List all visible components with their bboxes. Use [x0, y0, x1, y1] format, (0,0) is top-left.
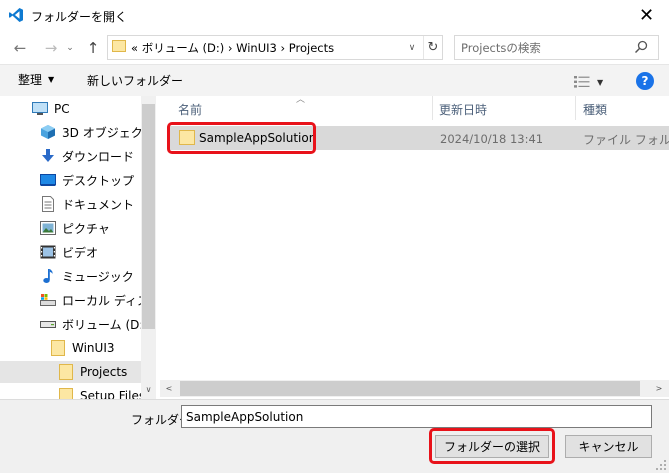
help-button[interactable]: ?: [636, 72, 654, 90]
highlight-annotation: [429, 428, 555, 464]
organize-label: 整理: [18, 73, 43, 87]
chevron-right-icon: >: [655, 384, 663, 393]
sidebar-item-local-disk[interactable]: ローカル ディスク (: [40, 289, 155, 311]
download-icon: [40, 148, 56, 164]
sidebar-item-label: PC: [54, 102, 70, 116]
video-icon: [40, 244, 56, 260]
local-disk-icon: [40, 292, 56, 308]
search-input[interactable]: [461, 40, 621, 56]
forward-button[interactable]: →: [41, 38, 61, 58]
sidebar-item-label: ミュージック: [62, 269, 134, 284]
sidebar-item-label: ボリューム (D:): [62, 317, 149, 332]
sidebar-item-label: ドキュメント: [62, 197, 135, 212]
refresh-icon: ↻: [427, 40, 439, 55]
sidebar-item-music[interactable]: ミュージック: [40, 265, 134, 287]
document-icon: [40, 196, 56, 212]
sidebar-item-downloads[interactable]: ダウンロード: [40, 145, 134, 167]
folder-icon: [50, 340, 66, 356]
sidebar-item-pc[interactable]: PC: [32, 98, 70, 120]
folder-icon: [58, 388, 74, 399]
cancel-button[interactable]: キャンセル: [565, 435, 652, 458]
sidebar-item-label: デスクトップ: [62, 173, 135, 188]
address-path[interactable]: « ボリューム (D:) › WinUI3 › Projects: [131, 40, 334, 56]
sidebar-item-documents[interactable]: ドキュメント: [40, 193, 134, 215]
recent-locations-button[interactable]: ⌄: [63, 38, 77, 58]
sidebar-scroll-down-button[interactable]: ∨: [141, 381, 156, 397]
close-icon: ✕: [638, 5, 655, 26]
chevron-down-icon: ∨: [145, 384, 152, 394]
sidebar-item-setup-files[interactable]: Setup Files: [58, 385, 145, 399]
address-dropdown-button[interactable]: ∨: [404, 36, 420, 59]
arrow-right-icon: →: [44, 39, 58, 57]
sort-ascending-icon: ︿: [296, 95, 306, 105]
arrow-left-icon: ←: [13, 39, 27, 57]
vscode-app-icon: [9, 8, 23, 22]
close-button[interactable]: ✕: [624, 0, 669, 31]
3d-objects-icon: [40, 124, 56, 140]
chevron-down-icon: ⌄: [66, 43, 74, 53]
arrow-up-icon: ↑: [86, 39, 100, 57]
sidebar-item-winui3[interactable]: WinUI3: [50, 337, 115, 359]
sidebar-scrollbar-thumb[interactable]: [142, 104, 155, 329]
pictures-icon: [40, 220, 56, 236]
folder-icon: [112, 40, 126, 52]
desktop-icon: [40, 172, 56, 188]
file-modified: 2024/10/18 13:41: [440, 132, 544, 146]
chevron-down-icon: ∨: [408, 42, 416, 53]
navigation-pane: PC 3D オブジェクト ダウンロード デスクトップ ドキュメント ピクチャ ビ…: [0, 96, 156, 399]
caret-down-icon: ▼: [48, 75, 55, 84]
scroll-left-button[interactable]: <: [162, 381, 176, 396]
window-title: フォルダーを開く: [31, 10, 128, 24]
folder-name-field[interactable]: [181, 405, 652, 428]
change-view-button[interactable]: ▼: [573, 74, 609, 90]
caret-down-icon: ▼: [597, 77, 604, 87]
search-icon[interactable]: [633, 39, 649, 55]
sidebar-item-projects[interactable]: Projects: [0, 361, 141, 383]
column-header-modified[interactable]: 更新日時: [439, 101, 487, 118]
pc-icon: [32, 101, 48, 117]
back-button[interactable]: ←: [10, 38, 30, 58]
organize-button[interactable]: 整理 ▼: [18, 71, 54, 88]
resize-grip-icon[interactable]: [655, 459, 667, 471]
file-type: ファイル フォルダー: [583, 133, 669, 147]
sidebar-item-desktop[interactable]: デスクトップ: [40, 169, 134, 191]
chevron-left-icon: <: [165, 384, 173, 393]
details-view-icon: [574, 76, 590, 88]
up-button[interactable]: ↑: [83, 38, 103, 58]
column-divider[interactable]: [432, 96, 433, 120]
folder-icon: [58, 364, 74, 380]
sidebar-item-label: Projects: [80, 365, 128, 379]
column-header-type[interactable]: 種類: [583, 101, 607, 118]
sidebar-item-volume-d[interactable]: ボリューム (D:): [40, 313, 148, 335]
new-folder-button[interactable]: 新しいフォルダー: [87, 72, 183, 89]
sidebar-item-3d-objects[interactable]: 3D オブジェクト: [40, 121, 155, 143]
column-header-name[interactable]: 名前: [178, 101, 202, 118]
sidebar-item-videos[interactable]: ビデオ: [40, 241, 98, 263]
sidebar-item-label: Setup Files: [80, 389, 146, 399]
sidebar-item-label: ビデオ: [62, 245, 99, 260]
sidebar-item-label: ピクチャ: [62, 221, 110, 236]
scroll-right-button[interactable]: >: [652, 381, 666, 396]
sidebar-item-label: ダウンロード: [62, 149, 135, 164]
column-divider[interactable]: [575, 96, 576, 120]
sidebar-item-label: WinUI3: [72, 341, 115, 355]
highlight-annotation: [167, 122, 316, 154]
refresh-button[interactable]: ↻: [423, 36, 442, 59]
drive-icon: [40, 316, 56, 332]
sidebar-item-pictures[interactable]: ピクチャ: [40, 217, 110, 239]
music-icon: [40, 268, 56, 284]
horizontal-scrollbar-thumb[interactable]: [180, 381, 640, 396]
